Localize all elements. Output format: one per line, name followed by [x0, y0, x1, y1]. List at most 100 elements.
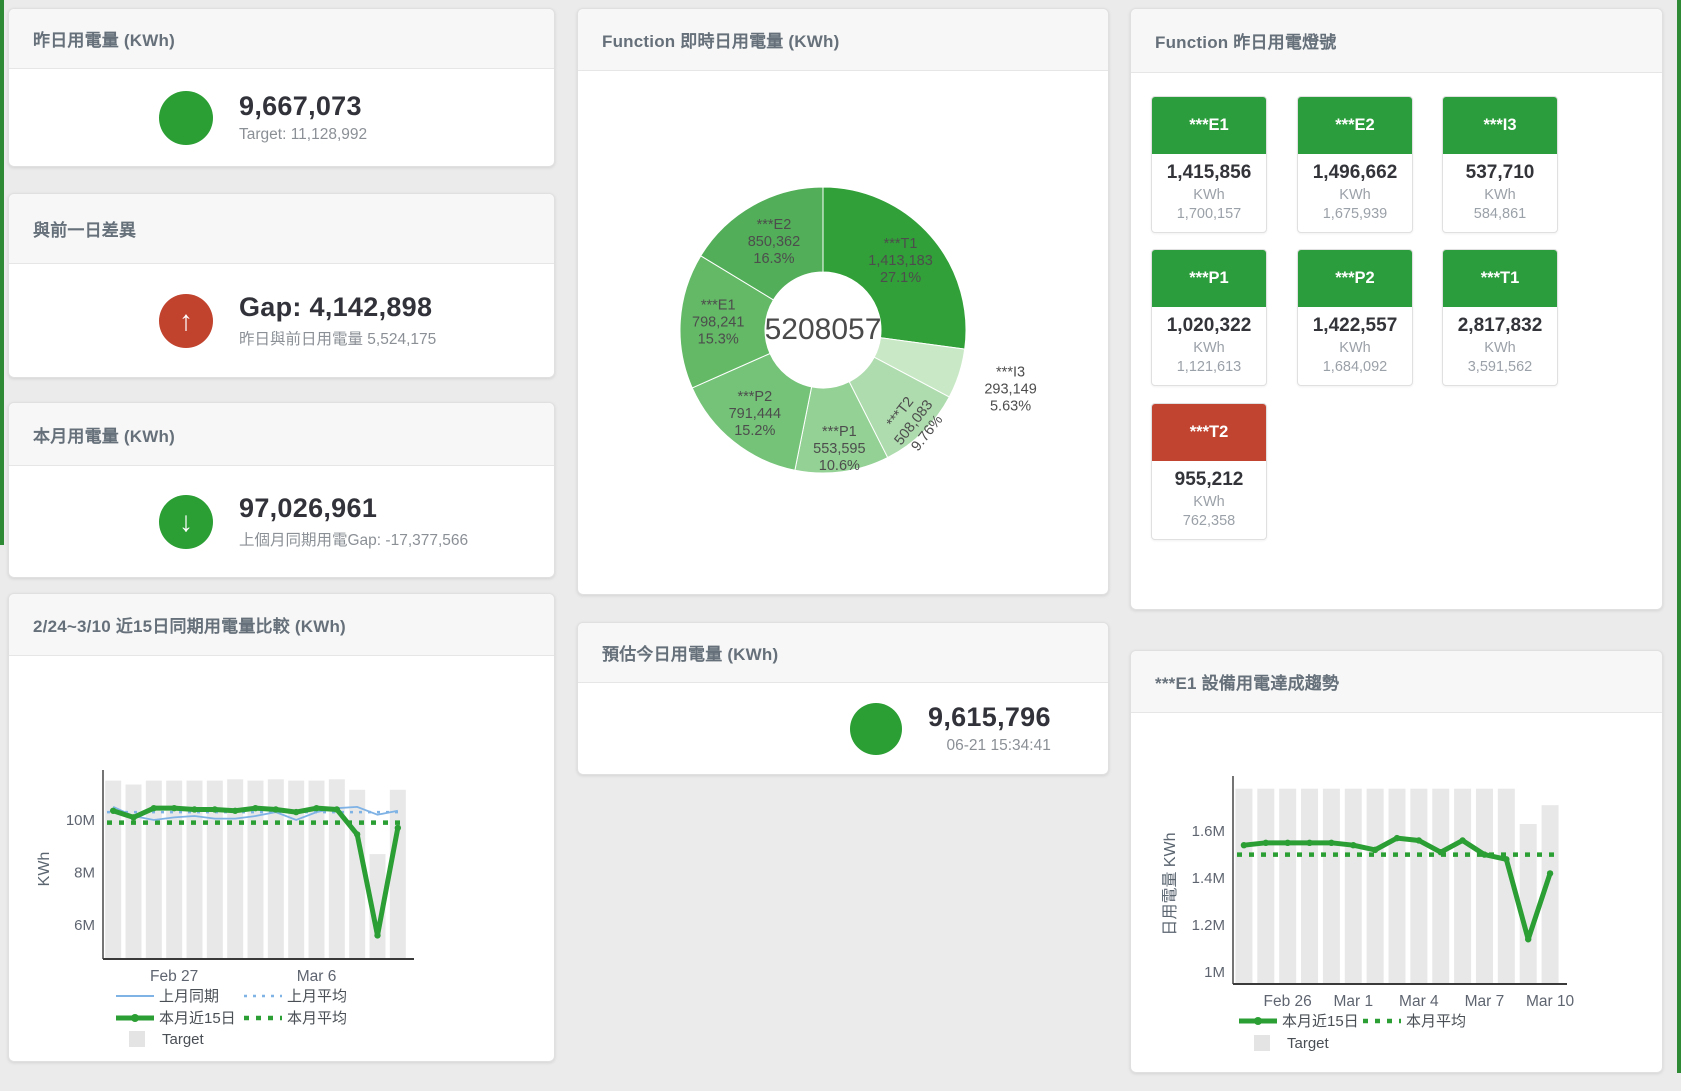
light-tile-target: 1,121,613: [1154, 359, 1264, 375]
target-bar: [1454, 789, 1471, 984]
lights-panel-card: Function 昨日用電燈號 ***E11,415,856KWh1,700,1…: [1130, 8, 1663, 610]
x-tick-label: Mar 6: [297, 968, 337, 985]
data-point[interactable]: [1503, 856, 1509, 862]
legend-item-2[interactable]: 本月近15日: [116, 1010, 236, 1027]
y-tick-label: 1.4M: [1192, 870, 1225, 887]
yesterday-usage-target: Target: 11,128,992: [239, 126, 367, 144]
data-point[interactable]: [252, 805, 258, 811]
day-gap-card: 與前一日差異 ↑ Gap: 4,142,898 昨日與前日用電量 5,524,1…: [8, 193, 555, 378]
data-point[interactable]: [1328, 840, 1334, 846]
data-point[interactable]: [1438, 849, 1444, 855]
data-point[interactable]: [1372, 847, 1378, 853]
light-tile-xxxI3: ***I3537,710KWh584,861: [1442, 96, 1558, 233]
light-tile-body: 1,020,322KWh1,121,613: [1152, 307, 1266, 385]
comparison-chart-header: 2/24~3/10 近15日同期用電量比較 (KWh): [9, 594, 554, 656]
light-tile-status-header: ***I3: [1443, 97, 1557, 154]
legend-item-1[interactable]: 上月平均: [244, 988, 347, 1005]
legend-swatch-gray-box: [129, 1031, 145, 1047]
light-tile-status-header: ***T2: [1152, 404, 1266, 461]
data-point[interactable]: [1284, 840, 1290, 846]
light-tile-xxxE2: ***E21,496,662KWh1,675,939: [1297, 96, 1413, 233]
light-tile-status-header: ***P2: [1298, 250, 1412, 307]
data-point[interactable]: [1241, 842, 1247, 848]
light-tile-unit: KWh: [1154, 340, 1264, 356]
donut-center-value: 5208057: [765, 313, 882, 346]
data-point[interactable]: [1350, 842, 1356, 848]
data-point[interactable]: [313, 805, 319, 811]
legend-item-1[interactable]: 本月平均: [1363, 1013, 1466, 1030]
day-gap-stat: ↑ Gap: 4,142,898 昨日與前日用電量 5,524,175: [9, 264, 554, 377]
estimate-timestamp: 06-21 15:34:41: [947, 737, 1051, 755]
legend-item-0[interactable]: 本月近15日: [1239, 1013, 1359, 1030]
data-point[interactable]: [293, 809, 299, 815]
red-up-arrow-icon: ↑: [159, 294, 213, 348]
data-point[interactable]: [1263, 840, 1269, 846]
data-point[interactable]: [334, 806, 340, 812]
trend-chart-card: ***E1 設備用電達成趨勢 1.6M1.4M1.2M1MFeb 26Mar 1…: [1130, 650, 1663, 1073]
legend-label: Target: [162, 1031, 205, 1048]
data-point[interactable]: [212, 806, 218, 812]
legend-swatch-gray-box: [1254, 1035, 1270, 1051]
realtime-donut-title: Function 即時日用電量 (KWh): [602, 27, 839, 52]
month-usage-stat: ↓ 97,026,961 上個月同期用電Gap: -17,377,566: [9, 466, 554, 577]
light-tile-body: 1,415,856KWh1,700,157: [1152, 154, 1266, 232]
data-point[interactable]: [232, 808, 238, 814]
data-point[interactable]: [1481, 851, 1487, 857]
data-point[interactable]: [1459, 837, 1465, 843]
target-bar: [329, 779, 345, 959]
data-point[interactable]: [151, 805, 157, 811]
data-point[interactable]: [395, 825, 401, 831]
data-point[interactable]: [1306, 840, 1312, 846]
data-point[interactable]: [1547, 870, 1553, 876]
light-tile-xxxP2: ***P21,422,557KWh1,684,092: [1297, 249, 1413, 386]
data-point[interactable]: [171, 805, 177, 811]
data-point[interactable]: [1525, 936, 1531, 942]
comparison-chart-title: 2/24~3/10 近15日同期用電量比較 (KWh): [33, 612, 346, 637]
month-usage-header: 本月用電量 (KWh): [9, 403, 554, 466]
left-edge-strip: [0, 0, 4, 545]
lights-panel-header: Function 昨日用電燈號: [1131, 9, 1662, 73]
data-point[interactable]: [354, 831, 360, 837]
month-usage-title: 本月用電量 (KWh): [33, 422, 175, 447]
light-tile-value: 1,422,557: [1300, 315, 1410, 337]
light-tile-status-header: ***T1: [1443, 250, 1557, 307]
y-axis-title: KWh: [36, 852, 53, 887]
light-tile-value: 2,817,832: [1445, 315, 1555, 337]
trend-chart: 1.6M1.4M1.2M1MFeb 26Mar 1Mar 4Mar 7Mar 1…: [1131, 713, 1660, 1072]
data-point[interactable]: [110, 808, 116, 814]
legend-label: Target: [1287, 1035, 1330, 1052]
target-bar: [1301, 789, 1318, 984]
donut-slice-label: ***I3293,1495.63%: [984, 364, 1036, 414]
x-tick-label: Mar 7: [1465, 993, 1505, 1010]
light-tile-unit: KWh: [1300, 340, 1410, 356]
data-point[interactable]: [130, 814, 136, 820]
legend-label: 本月平均: [1406, 1013, 1466, 1030]
data-point[interactable]: [191, 806, 197, 812]
green-status-circle-icon: [159, 91, 213, 145]
estimate-header: 預估今日用電量 (KWh): [578, 623, 1108, 683]
right-edge-strip: [1677, 0, 1681, 1073]
yesterday-usage-header: 昨日用電量 (KWh): [9, 9, 554, 69]
data-point[interactable]: [1394, 835, 1400, 841]
yesterday-usage-card: 昨日用電量 (KWh) 9,667,073 Target: 11,128,992: [8, 8, 555, 167]
y-tick-label: 1.6M: [1192, 823, 1225, 840]
legend-item-4[interactable]: Target: [129, 1031, 205, 1048]
data-point[interactable]: [273, 806, 279, 812]
legend-item-0[interactable]: 上月同期: [116, 988, 219, 1005]
y-tick-label: 8M: [74, 864, 95, 881]
light-tile-value: 1,496,662: [1300, 162, 1410, 184]
legend-label: 本月平均: [287, 1010, 347, 1027]
estimate-value: 9,615,796: [928, 702, 1051, 733]
legend-item-2[interactable]: Target: [1254, 1035, 1330, 1052]
realtime-donut-header: Function 即時日用電量 (KWh): [578, 9, 1108, 71]
data-point[interactable]: [1416, 837, 1422, 843]
legend-item-3[interactable]: 本月平均: [244, 1010, 347, 1027]
target-bar: [1410, 789, 1427, 984]
month-usage-value: 97,026,961: [239, 493, 468, 524]
y-tick-label: 10M: [66, 812, 95, 829]
day-gap-subtitle: 昨日與前日用電量 5,524,175: [239, 327, 436, 349]
data-point[interactable]: [374, 932, 380, 938]
target-bar: [1389, 789, 1406, 984]
light-tile-xxxP1: ***P11,020,322KWh1,121,613: [1151, 249, 1267, 386]
x-tick-label: Feb 27: [150, 968, 198, 985]
